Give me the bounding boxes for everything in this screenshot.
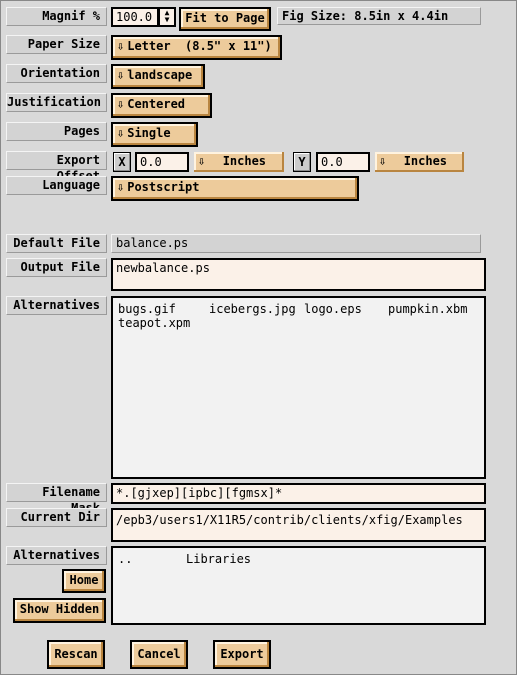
- justification-value: Centered: [127, 97, 186, 111]
- down-arrow-icon: ⇩: [117, 126, 125, 140]
- y-units-menu[interactable]: ⇩ Inches: [375, 152, 464, 172]
- dir-alternatives-label: Alternatives: [6, 546, 107, 565]
- export-button[interactable]: Export: [213, 640, 271, 669]
- output-file-label: Output File: [6, 258, 107, 277]
- magnif-label: Magnif %: [6, 7, 107, 26]
- cancel-button[interactable]: Cancel: [130, 640, 188, 669]
- orientation-value: landscape: [127, 68, 193, 82]
- fit-to-page-button[interactable]: Fit to Page: [179, 7, 271, 31]
- language-label: Language: [6, 176, 107, 195]
- x-offset-input[interactable]: 0.0: [135, 152, 189, 172]
- justification-menu[interactable]: ⇩ Centered: [111, 93, 212, 118]
- pages-label: Pages: [6, 122, 107, 141]
- current-dir-label: Current Dir: [6, 508, 107, 527]
- rescan-button[interactable]: Rescan: [47, 640, 105, 669]
- orientation-menu[interactable]: ⇩ landscape: [111, 64, 205, 89]
- language-value: Postscript: [127, 180, 200, 194]
- list-item[interactable]: ..: [118, 552, 186, 566]
- down-arrow-icon: ⇩: [198, 154, 206, 168]
- paper-size-label: Paper Size: [6, 35, 107, 54]
- list-item[interactable]: pumpkin.xbm: [388, 302, 467, 316]
- file-alternatives-list[interactable]: bugs.gif icebergs.jpg logo.eps pumpkin.xbm t…: [111, 296, 486, 479]
- down-arrow-icon: ⇩: [117, 97, 125, 111]
- down-arrow-icon: ⇩: [117, 39, 125, 53]
- dir-alternatives-list[interactable]: .. Libraries: [111, 546, 486, 625]
- y-units-value: Inches: [403, 154, 448, 168]
- spin-down-icon[interactable]: ▼: [165, 15, 170, 24]
- x-units-value: Inches: [222, 154, 267, 168]
- default-file-value: balance.ps: [111, 234, 481, 253]
- pages-menu[interactable]: ⇩ Single: [111, 122, 198, 147]
- x-units-menu[interactable]: ⇩ Inches: [194, 152, 284, 172]
- fig-size-label: Fig Size: 8.5in x 4.4in: [277, 7, 481, 25]
- down-arrow-icon: ⇩: [117, 68, 125, 82]
- filename-mask-label: Filename Mask: [6, 483, 107, 515]
- list-item[interactable]: logo.eps: [304, 302, 388, 316]
- x-offset-label: X: [113, 152, 131, 172]
- default-file-label: Default File: [6, 234, 107, 253]
- down-arrow-icon: ⇩: [379, 154, 387, 168]
- list-item[interactable]: Libraries: [186, 552, 251, 566]
- show-hidden-button[interactable]: Show Hidden: [13, 598, 106, 623]
- export-offset-label: Export Offset: [6, 151, 107, 183]
- y-offset-label: Y: [293, 152, 311, 172]
- orientation-label: Orientation: [6, 64, 107, 83]
- magnif-input[interactable]: 100.0: [111, 7, 159, 27]
- paper-size-value: Letter (8.5" x 11"): [127, 39, 272, 53]
- pages-value: Single: [127, 126, 171, 140]
- file-alternatives-label: Alternatives: [6, 296, 107, 315]
- current-dir-input[interactable]: /epb3/users1/X11R5/contrib/clients/xfig/…: [111, 508, 486, 542]
- language-menu[interactable]: ⇩ Postscript: [111, 176, 359, 201]
- list-item[interactable]: bugs.gif: [118, 302, 209, 316]
- justification-label: Justification: [6, 93, 107, 112]
- down-arrow-icon: ⇩: [117, 180, 125, 194]
- home-button[interactable]: Home: [62, 569, 106, 593]
- y-offset-input[interactable]: 0.0: [316, 152, 370, 172]
- list-item[interactable]: icebergs.jpg: [209, 302, 304, 316]
- output-file-input[interactable]: newbalance.ps: [111, 258, 486, 291]
- filename-mask-input[interactable]: *.[gjxep][ipbc][fgmsx]*: [111, 483, 486, 504]
- magnif-spinner[interactable]: ▲ ▼: [158, 7, 176, 27]
- list-item[interactable]: teapot.xpm: [118, 316, 190, 330]
- paper-size-menu[interactable]: ⇩ Letter (8.5" x 11"): [111, 35, 282, 60]
